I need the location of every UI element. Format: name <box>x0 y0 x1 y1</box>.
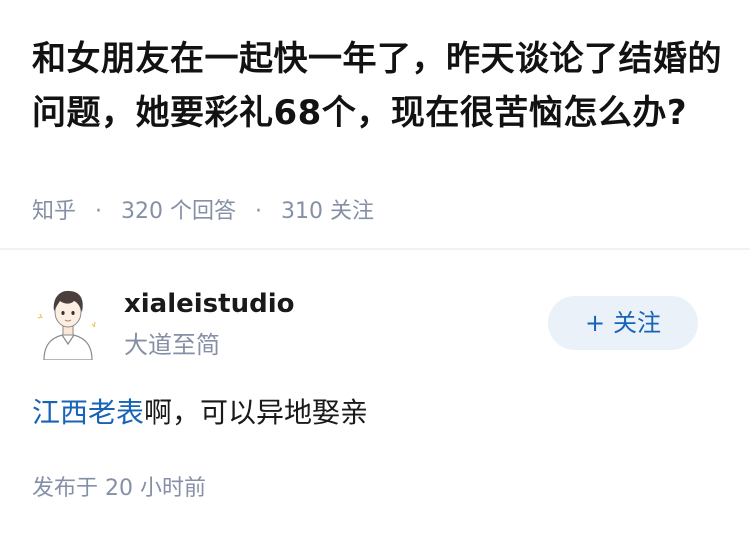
avatar[interactable] <box>34 284 102 361</box>
question-header: 和女朋友在一起快一年了，昨天谈论了结婚的问题，她要彩礼68个，现在很苦恼怎么办?… <box>0 0 750 250</box>
followers-label: 关注 <box>330 199 375 224</box>
answer-topic-link[interactable]: 江西老表 <box>32 396 144 429</box>
answers-count-link[interactable]: 320 个回答 <box>121 199 243 224</box>
meta-separator: · <box>255 199 263 224</box>
author-name[interactable]: xialeistudio <box>124 286 295 322</box>
answers-label: 个回答 <box>170 199 237 224</box>
question-title[interactable]: 和女朋友在一起快一年了，昨天谈论了结婚的问题，她要彩礼68个，现在很苦恼怎么办? <box>32 32 722 140</box>
page: 和女朋友在一起快一年了，昨天谈论了结婚的问题，她要彩礼68个，现在很苦恼怎么办?… <box>0 0 750 540</box>
answer-content: 江西老表啊，可以异地娶亲 <box>32 392 722 434</box>
timestamp-prefix: 发布于 <box>32 476 99 501</box>
follow-button[interactable]: + 关注 <box>548 296 698 350</box>
source-label: 知乎 <box>32 199 77 224</box>
plus-icon: + <box>584 309 606 337</box>
answer-timestamp: 发布于 20 小时前 <box>32 472 206 506</box>
followers-count: 310 <box>281 199 324 224</box>
author-bio: 大道至简 <box>124 331 220 359</box>
followers-count-link[interactable]: 310 关注 <box>281 199 374 224</box>
timestamp-value: 20 小时前 <box>105 476 207 501</box>
answers-count: 320 <box>121 199 164 224</box>
meta-separator: · <box>95 199 103 224</box>
follow-button-label: 关注 <box>613 309 662 337</box>
question-meta: 知乎 · 320 个回答 · 310 关注 <box>32 194 374 230</box>
answer-body-text: 啊，可以异地娶亲 <box>144 396 369 429</box>
avatar-illustration-icon <box>37 290 96 361</box>
answer-card: xialeistudio 大道至简 + 关注 江西老表啊，可以异地娶亲 发布于 2… <box>0 252 750 540</box>
